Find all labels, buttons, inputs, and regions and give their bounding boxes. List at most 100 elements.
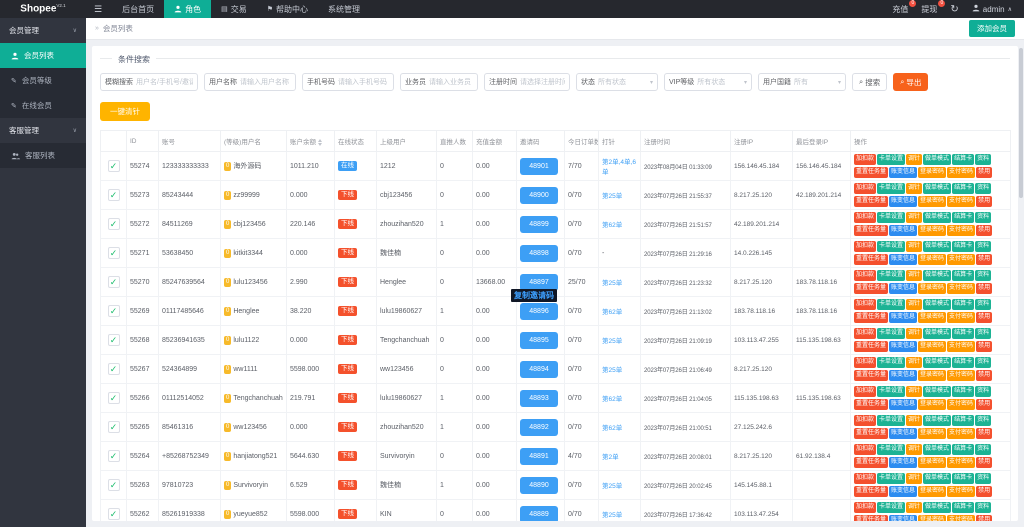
action-加扣款[interactable]: 加扣款 — [854, 502, 877, 513]
action-结算卡[interactable]: 结算卡 — [952, 299, 975, 310]
needle-link[interactable]: 第25单 — [602, 193, 622, 200]
action-登录密码[interactable]: 登录密码 — [918, 515, 947, 521]
action-账变信息[interactable]: 账变信息 — [889, 312, 918, 323]
action-支付密码[interactable]: 支付密码 — [947, 167, 976, 178]
action-重置任务量[interactable]: 重置任务量 — [854, 341, 889, 352]
action-资料[interactable]: 资料 — [975, 444, 992, 455]
scrollbar-thumb[interactable] — [1019, 48, 1023, 198]
action-加扣款[interactable]: 加扣款 — [854, 241, 877, 252]
action-卡单设置[interactable]: 卡单设置 — [877, 270, 906, 281]
needle-link[interactable]: 第2单 — [602, 454, 619, 461]
action-做单模式[interactable]: 做单模式 — [923, 241, 952, 252]
action-禁用[interactable]: 禁用 — [976, 341, 993, 352]
action-禁用[interactable]: 禁用 — [976, 225, 993, 236]
action-重置任务量[interactable]: 重置任务量 — [854, 196, 889, 207]
action-登录密码[interactable]: 登录密码 — [918, 225, 947, 236]
sidebar-item-在线会员[interactable]: ✎ 在线会员 — [0, 93, 86, 118]
action-支付密码[interactable]: 支付密码 — [947, 312, 976, 323]
action-调针[interactable]: 调针 — [906, 328, 923, 339]
action-禁用[interactable]: 禁用 — [976, 399, 993, 410]
sidebar-item-会员等级[interactable]: ✎ 会员等级 — [0, 68, 86, 93]
action-结算卡[interactable]: 结算卡 — [952, 241, 975, 252]
action-调针[interactable]: 调针 — [906, 299, 923, 310]
action-账变信息[interactable]: 账变信息 — [889, 254, 918, 265]
sort-icon[interactable] — [318, 138, 322, 146]
action-资料[interactable]: 资料 — [975, 270, 992, 281]
action-做单模式[interactable]: 做单模式 — [923, 183, 952, 194]
action-支付密码[interactable]: 支付密码 — [947, 457, 976, 468]
action-资料[interactable]: 资料 — [975, 473, 992, 484]
needle-link[interactable]: 第62单 — [602, 396, 622, 403]
row-checkbox[interactable]: ✓ — [107, 363, 120, 375]
action-资料[interactable]: 资料 — [975, 415, 992, 426]
action-调针[interactable]: 调针 — [906, 183, 923, 194]
invite-code-button[interactable]: 48898 — [520, 244, 558, 262]
action-做单模式[interactable]: 做单模式 — [923, 154, 952, 165]
action-做单模式[interactable]: 做单模式 — [923, 444, 952, 455]
action-资料[interactable]: 资料 — [975, 299, 992, 310]
action-卡单设置[interactable]: 卡单设置 — [877, 299, 906, 310]
invite-code-button[interactable]: 48901 — [520, 157, 558, 175]
action-做单模式[interactable]: 做单模式 — [923, 299, 952, 310]
row-checkbox[interactable]: ✓ — [107, 247, 120, 259]
topbar-item-充值[interactable]: 充值 0 — [892, 0, 917, 15]
action-资料[interactable]: 资料 — [975, 154, 992, 165]
action-加扣款[interactable]: 加扣款 — [854, 444, 877, 455]
action-卡单设置[interactable]: 卡单设置 — [877, 415, 906, 426]
action-卡单设置[interactable]: 卡单设置 — [877, 328, 906, 339]
action-账变信息[interactable]: 账变信息 — [889, 399, 918, 410]
invite-code-button[interactable]: 48895 — [520, 331, 558, 349]
action-调针[interactable]: 调针 — [906, 270, 923, 281]
action-支付密码[interactable]: 支付密码 — [947, 370, 976, 381]
sidebar-group-会员管理[interactable]: 会员管理 ∨ — [0, 18, 86, 43]
action-调针[interactable]: 调针 — [906, 502, 923, 513]
needle-link[interactable]: 第25单 — [602, 280, 622, 287]
action-结算卡[interactable]: 结算卡 — [952, 444, 975, 455]
action-结算卡[interactable]: 结算卡 — [952, 328, 975, 339]
search-button[interactable]: ⌕ 搜索 — [852, 73, 888, 91]
action-结算卡[interactable]: 结算卡 — [952, 154, 975, 165]
action-禁用[interactable]: 禁用 — [976, 196, 993, 207]
invite-code-button[interactable]: 48897 — [520, 273, 558, 291]
action-登录密码[interactable]: 登录密码 — [918, 196, 947, 207]
action-加扣款[interactable]: 加扣款 — [854, 154, 877, 165]
row-checkbox[interactable]: ✓ — [107, 305, 120, 317]
row-checkbox[interactable]: ✓ — [107, 450, 120, 462]
action-重置任务量[interactable]: 重置任务量 — [854, 457, 889, 468]
invite-code-button[interactable]: 48896 — [520, 302, 558, 320]
filter-input-用户名称[interactable]: 用户名称 请输入用户名称 — [204, 73, 296, 91]
action-支付密码[interactable]: 支付密码 — [947, 428, 976, 439]
row-checkbox[interactable]: ✓ — [107, 218, 120, 230]
action-加扣款[interactable]: 加扣款 — [854, 415, 877, 426]
invite-code-button[interactable]: 48889 — [520, 505, 558, 521]
user-menu[interactable]: admin ∧ — [972, 4, 1012, 14]
action-做单模式[interactable]: 做单模式 — [923, 502, 952, 513]
action-调针[interactable]: 调针 — [906, 357, 923, 368]
needle-link[interactable]: 第25单 — [602, 512, 622, 519]
invite-code-button[interactable]: 48899 — [520, 215, 558, 233]
export-button[interactable]: ⌕ 导出 — [893, 73, 929, 91]
action-资料[interactable]: 资料 — [975, 241, 992, 252]
action-资料[interactable]: 资料 — [975, 502, 992, 513]
action-结算卡[interactable]: 结算卡 — [952, 386, 975, 397]
row-checkbox[interactable]: ✓ — [107, 334, 120, 346]
action-禁用[interactable]: 禁用 — [976, 254, 993, 265]
filter-select-状态[interactable]: 状态 所有状态 ▾ — [576, 73, 658, 91]
action-支付密码[interactable]: 支付密码 — [947, 283, 976, 294]
action-账变信息[interactable]: 账变信息 — [889, 167, 918, 178]
action-加扣款[interactable]: 加扣款 — [854, 299, 877, 310]
action-禁用[interactable]: 禁用 — [976, 312, 993, 323]
needle-link[interactable]: 第62单 — [602, 425, 622, 432]
hamburger-icon[interactable]: ☰ — [94, 4, 102, 15]
tab-系统管理[interactable]: 系统管理 — [318, 0, 370, 18]
action-禁用[interactable]: 禁用 — [976, 457, 993, 468]
action-登录密码[interactable]: 登录密码 — [918, 486, 947, 497]
invite-code-button[interactable]: 48891 — [520, 447, 558, 465]
action-结算卡[interactable]: 结算卡 — [952, 270, 975, 281]
invite-code-button[interactable]: 48893 — [520, 389, 558, 407]
action-做单模式[interactable]: 做单模式 — [923, 328, 952, 339]
add-member-button[interactable]: 添加会员 — [969, 20, 1015, 37]
action-加扣款[interactable]: 加扣款 — [854, 386, 877, 397]
action-账变信息[interactable]: 账变信息 — [889, 428, 918, 439]
action-调针[interactable]: 调针 — [906, 212, 923, 223]
